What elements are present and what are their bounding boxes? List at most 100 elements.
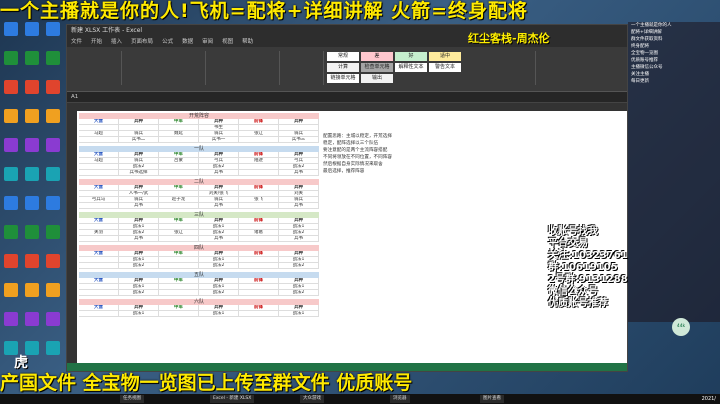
table-cell[interactable]: 兵书 xyxy=(119,203,159,209)
table-cell[interactable]: 战法2 xyxy=(199,290,239,296)
desktop-shortcut-icon[interactable] xyxy=(43,80,63,108)
table-cell[interactable] xyxy=(239,236,279,242)
desktop-shortcut-icon[interactable] xyxy=(43,167,63,195)
table-cell[interactable]: 兵书 xyxy=(279,170,319,176)
menu-tab[interactable]: 公式 xyxy=(162,39,173,45)
desktop-shortcut-icon[interactable] xyxy=(22,254,42,282)
menu-tab[interactable]: 文件 xyxy=(71,39,82,45)
taskbar-item[interactable]: Excel - 新建 XLSX xyxy=(210,395,255,403)
table-cell[interactable] xyxy=(79,236,119,242)
table-cell[interactable]: 战法1 xyxy=(119,311,159,317)
menu-tab[interactable]: 数据 xyxy=(182,39,193,45)
table-cell[interactable]: 兵书选择 xyxy=(119,170,159,176)
desktop-shortcut-icon[interactable] xyxy=(43,254,63,282)
menu-tab[interactable]: 开始 xyxy=(91,39,102,45)
desktop-shortcut-icon[interactable] xyxy=(1,254,21,282)
table-cell[interactable] xyxy=(159,263,199,269)
desktop-shortcut-icon[interactable] xyxy=(43,51,63,79)
desktop-shortcut-icon[interactable] xyxy=(43,138,63,166)
table-cell[interactable] xyxy=(159,137,199,143)
table-cell[interactable] xyxy=(239,137,279,143)
table-cell[interactable] xyxy=(159,290,199,296)
taskbar-item[interactable]: 任务视图 xyxy=(120,395,144,403)
desktop-shortcut-icon[interactable] xyxy=(22,167,42,195)
table-cell[interactable] xyxy=(239,290,279,296)
font-group[interactable] xyxy=(125,51,206,85)
table-cell[interactable] xyxy=(239,203,279,209)
table-cell[interactable]: 兵书二 xyxy=(119,137,159,143)
menu-tab[interactable]: 视图 xyxy=(222,39,233,45)
menu-tab[interactable]: 插入 xyxy=(111,39,122,45)
desktop-shortcut-icon[interactable] xyxy=(1,167,21,195)
clipboard-group[interactable] xyxy=(71,51,122,85)
excel-window[interactable]: 新建 XLSX 工作表 - Excel 文件 开始 插入 页面布局 公式 数据 审阅 视图 帮助… xyxy=(66,24,628,372)
alignment-group[interactable] xyxy=(209,51,280,85)
table-cell[interactable] xyxy=(239,170,279,176)
table-cell[interactable] xyxy=(79,263,119,269)
table-cell[interactable] xyxy=(79,290,119,296)
table-cell[interactable] xyxy=(159,170,199,176)
cell-style-option[interactable]: 链接单元格 xyxy=(327,74,359,83)
table-cell[interactable] xyxy=(159,311,199,317)
table-cell[interactable] xyxy=(79,203,119,209)
desktop-shortcut-icon[interactable] xyxy=(1,138,21,166)
table-cell[interactable]: 兵书 xyxy=(279,203,319,209)
desktop-shortcut-icon[interactable] xyxy=(1,225,21,253)
desktop-shortcut-icon[interactable] xyxy=(1,22,21,50)
desktop-shortcut-icon[interactable] xyxy=(22,22,42,50)
desktop-shortcut-icon[interactable] xyxy=(22,196,42,224)
desktop-shortcut-icon[interactable] xyxy=(22,225,42,253)
table-cell[interactable] xyxy=(239,263,279,269)
cell-style-option[interactable]: 解释性文本 xyxy=(395,63,427,72)
table-cell[interactable]: 兵书 xyxy=(279,236,319,242)
table-cell[interactable]: 兵书三 xyxy=(279,137,319,143)
cell-style-option[interactable]: 适中 xyxy=(429,52,461,61)
table-cell[interactable]: 战法2 xyxy=(199,263,239,269)
cell-styles-gallery[interactable]: 常规差好适中 计算 检查单元格 解释性文本 警告文本 链接单元格 输出 xyxy=(327,50,467,86)
desktop-shortcut-icon[interactable] xyxy=(1,196,21,224)
table-cell[interactable]: 兵书 xyxy=(119,236,159,242)
table-cell[interactable]: 兵书一 xyxy=(199,137,239,143)
desktop-shortcut-icon[interactable] xyxy=(22,283,42,311)
desktop-shortcut-icon[interactable] xyxy=(43,109,63,137)
editing-group[interactable] xyxy=(539,51,619,85)
table-cell[interactable]: 兵书 xyxy=(199,203,239,209)
taskbar-item[interactable]: 大众游戏 xyxy=(300,395,324,403)
desktop-shortcut-icon[interactable] xyxy=(1,109,21,137)
cell-style-option[interactable]: 好 xyxy=(395,52,427,61)
formula-bar[interactable]: A1 xyxy=(67,92,627,103)
desktop-shortcut-icon[interactable] xyxy=(1,51,21,79)
desktop-shortcut-icon[interactable] xyxy=(22,138,42,166)
table-cell[interactable] xyxy=(79,170,119,176)
desktop-shortcut-icon[interactable] xyxy=(22,312,42,340)
table-cell[interactable]: 战法2 xyxy=(279,263,319,269)
table-cell[interactable]: 兵书 xyxy=(199,170,239,176)
table-cell[interactable] xyxy=(159,203,199,209)
menu-tab[interactable]: 帮助 xyxy=(242,39,253,45)
cell-style-option[interactable]: 计算 xyxy=(327,63,359,72)
table-cell[interactable]: 战法2 xyxy=(279,290,319,296)
cell-style-option[interactable]: 警告文本 xyxy=(429,63,461,72)
number-group[interactable] xyxy=(283,51,324,85)
table-cell[interactable]: 兵书 xyxy=(199,236,239,242)
desktop-shortcut-icon[interactable] xyxy=(22,80,42,108)
desktop-shortcut-icon[interactable] xyxy=(1,80,21,108)
cell-style-option[interactable]: 检查单元格 xyxy=(361,63,393,72)
desktop-shortcut-icon[interactable] xyxy=(22,51,42,79)
table-cell[interactable]: 战法1 xyxy=(279,311,319,317)
cells-group[interactable] xyxy=(475,51,536,85)
table-cell[interactable]: 战法1 xyxy=(199,311,239,317)
table-cell[interactable] xyxy=(159,236,199,242)
taskbar-item[interactable]: 图片查看 xyxy=(480,395,504,403)
menu-tab[interactable]: 页面布局 xyxy=(131,39,153,45)
name-box[interactable]: A1 xyxy=(71,94,78,100)
cell-style-option[interactable]: 输出 xyxy=(361,74,393,83)
desktop-shortcut-icon[interactable] xyxy=(43,283,63,311)
table-cell[interactable] xyxy=(239,311,279,317)
table-cell[interactable] xyxy=(79,137,119,143)
desktop-shortcut-icon[interactable] xyxy=(43,225,63,253)
desktop-shortcut-icon[interactable] xyxy=(1,312,21,340)
desktop-shortcut-icon[interactable] xyxy=(43,22,63,50)
cell-style-option[interactable]: 差 xyxy=(361,52,393,61)
taskbar-item[interactable]: 浏览器 xyxy=(390,395,410,403)
